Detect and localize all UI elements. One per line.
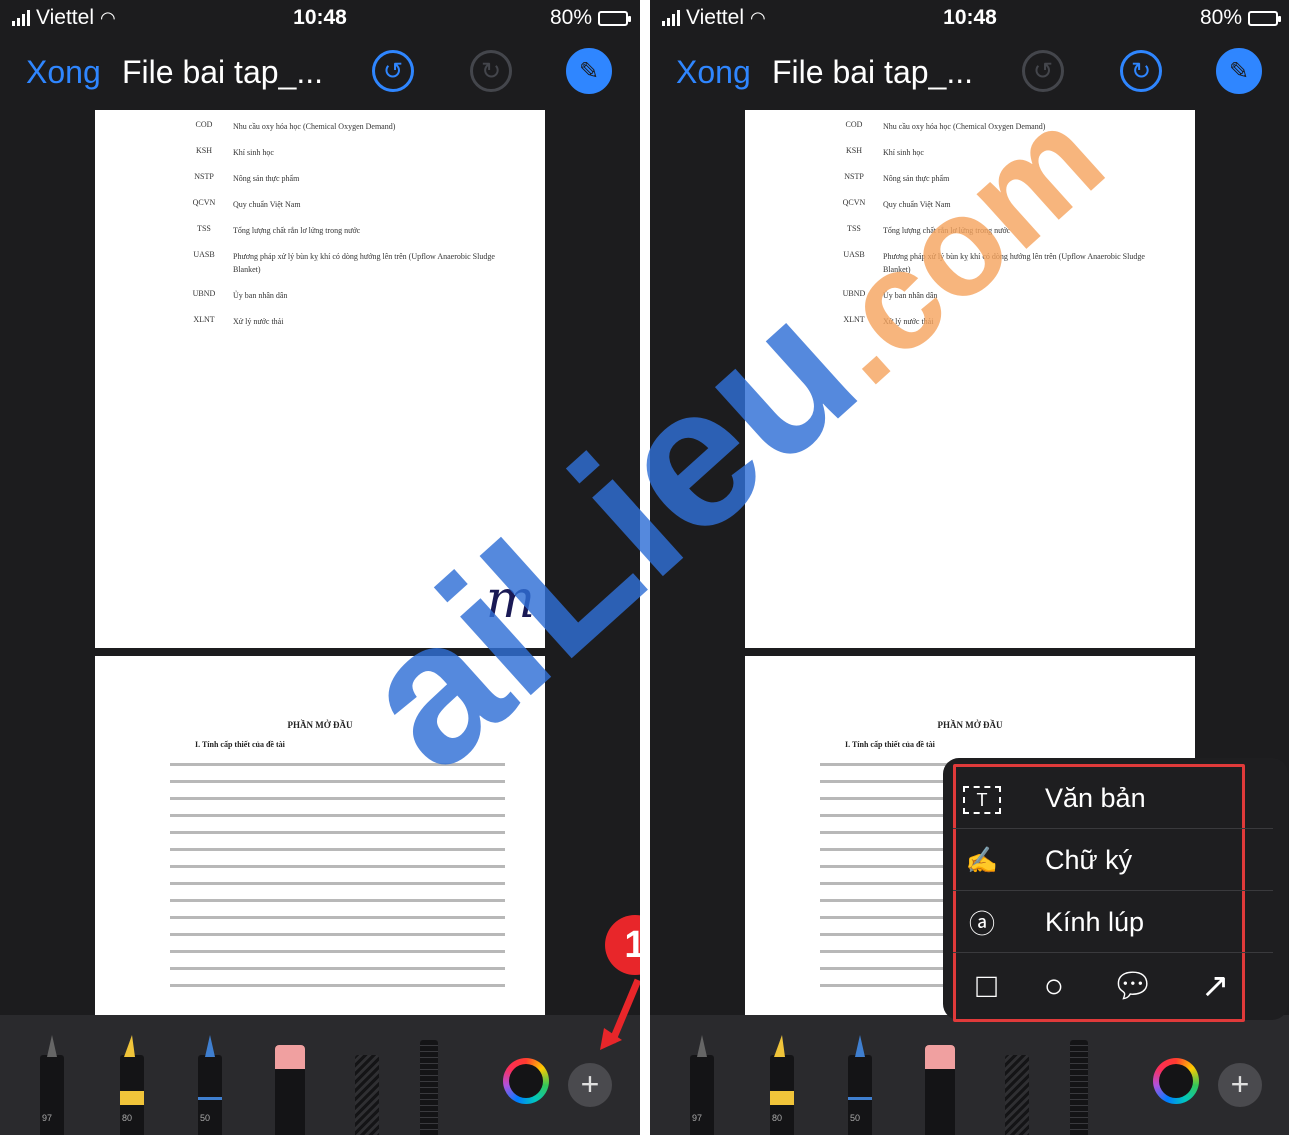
menu-item-text[interactable]: T Văn bản [953,768,1273,828]
clock: 10:48 [943,6,997,29]
pen-tip-icon: ✎ [1228,57,1250,85]
menu-item-magnifier[interactable]: ⓐ Kính lúp [953,892,1273,952]
menu-divider [953,890,1273,891]
abbr-desc: Tổng lượng chất rắn lơ lửng trong nước [883,226,1011,235]
add-menu-popover: T Văn bản ✍ Chữ ký ⓐ Kính lúp □ ○ 💬︎ ↗ [943,758,1288,1022]
abbreviation-table: COD Nhu cầu oxy hóa học (Chemical Oxygen … [825,120,1163,341]
table-row: COD Nhu cầu oxy hóa học (Chemical Oxygen … [825,120,1163,133]
lasso-tool[interactable] [1005,1055,1029,1135]
table-row: TSS Tổng lượng chất rắn lơ lửng trong nướ… [825,224,1163,237]
circle-icon[interactable]: ○ [1044,967,1065,1006]
markup-toolbar: 97 80 50 + [650,1015,1289,1135]
abbr-desc: Nông sản thực phẩm [883,174,950,183]
abbr-desc: Nhu cầu oxy hóa học (Chemical Oxygen Dem… [883,122,1046,131]
table-row: QCVN Quy chuẩn Việt Nam [825,198,1163,211]
abbr-code: XLNT [843,315,865,324]
abbr-desc: Khí sinh học [883,148,924,157]
done-button[interactable]: Xong [676,54,751,91]
pencil-tool[interactable]: 50 [848,1035,872,1135]
battery-percent: 80% [1199,6,1242,29]
redo-icon: ↻ [1130,57,1152,85]
page-heading: PHẦN MỞ ĐẦU [937,720,1003,730]
abbr-code: UASB [843,250,865,259]
right-phone-screenshot: Viettel ◠ 10:48 80% Xong File bai tap_..… [650,0,1289,1135]
pen-tool[interactable]: 97 [690,1035,714,1135]
table-row: UASB Phương pháp xử lý bùn kỵ khí có dòng… [825,250,1163,276]
battery-status: 80% [1199,6,1281,30]
menu-item-signature[interactable]: ✍ Chữ ký [953,830,1273,890]
abbr-desc: Phương pháp xử lý bùn kỵ khí có dòng hướ… [883,252,1145,274]
page-subheading: I. Tính cấp thiết của đề tài [845,740,935,749]
abbr-code: KSH [845,146,862,155]
abbr-code: COD [845,120,863,129]
abbr-code: UBND [842,289,866,298]
document-page-1: COD Nhu cầu oxy hóa học (Chemical Oxygen … [745,110,1195,648]
abbr-desc: Xử lý nước thải [883,317,934,326]
step-1-arrow-icon [600,978,640,1050]
menu-item-text-label: Văn bản [1045,782,1146,813]
battery-icon [1248,10,1281,26]
abbr-desc: Ủy ban nhân dân [883,291,938,300]
add-button[interactable]: + [1218,1063,1262,1107]
abbr-desc: Quy chuẩn Việt Nam [883,200,951,209]
menu-divider [953,952,1273,953]
table-row: UBND Ủy ban nhân dân [825,289,1163,302]
menu-divider [953,828,1273,829]
ruler-tool[interactable] [1070,1040,1088,1135]
arrow-icon[interactable]: ↗ [1201,966,1230,1006]
menu-item-signature-label: Chữ ký [1045,844,1133,875]
abbr-code: NSTP [844,172,864,181]
text-box-icon: T [953,782,1011,814]
speech-bubble-icon[interactable]: 💬︎ [1111,966,1154,1006]
pencil-width-label: 50 [850,1113,861,1123]
signature-icon: ✍ [965,844,999,875]
table-row: NSTP Nông sản thực phẩm [825,172,1163,185]
left-phone-screenshot: Viettel ◠ 10:48 80% Xong File bai tap_..… [0,0,640,1135]
abbr-code: QCVN [842,198,866,207]
eraser-tool[interactable] [925,1045,955,1135]
undo-icon: ↺ [1032,57,1054,85]
marker-width-label: 80 [772,1113,783,1123]
table-row: XLNT Xử lý nước thải [825,315,1163,328]
nav-bar: Xong File bai tap_... ↺ ↻ ✎ [650,40,1289,108]
color-picker-icon[interactable] [1153,1058,1199,1104]
magnifier-icon: ⓐ [968,908,995,939]
status-bar: Viettel ◠ 10:48 80% [650,0,1289,38]
marker-tool[interactable]: 80 [770,1035,794,1135]
document-title: File bai tap_... [772,54,973,90]
menu-item-magnifier-label: Kính lúp [1045,906,1145,937]
table-row: KSH Khí sinh học [825,146,1163,159]
markup-button[interactable]: ✎ [1216,48,1262,94]
pen-width-label: 97 [692,1113,703,1123]
abbr-code: TSS [847,224,861,233]
redo-button[interactable]: ↻ [1120,50,1162,92]
undo-button[interactable]: ↺ [1022,50,1064,92]
shape-options: □ ○ 💬︎ ↗ [953,958,1253,1014]
square-icon[interactable]: □ [976,967,997,1006]
